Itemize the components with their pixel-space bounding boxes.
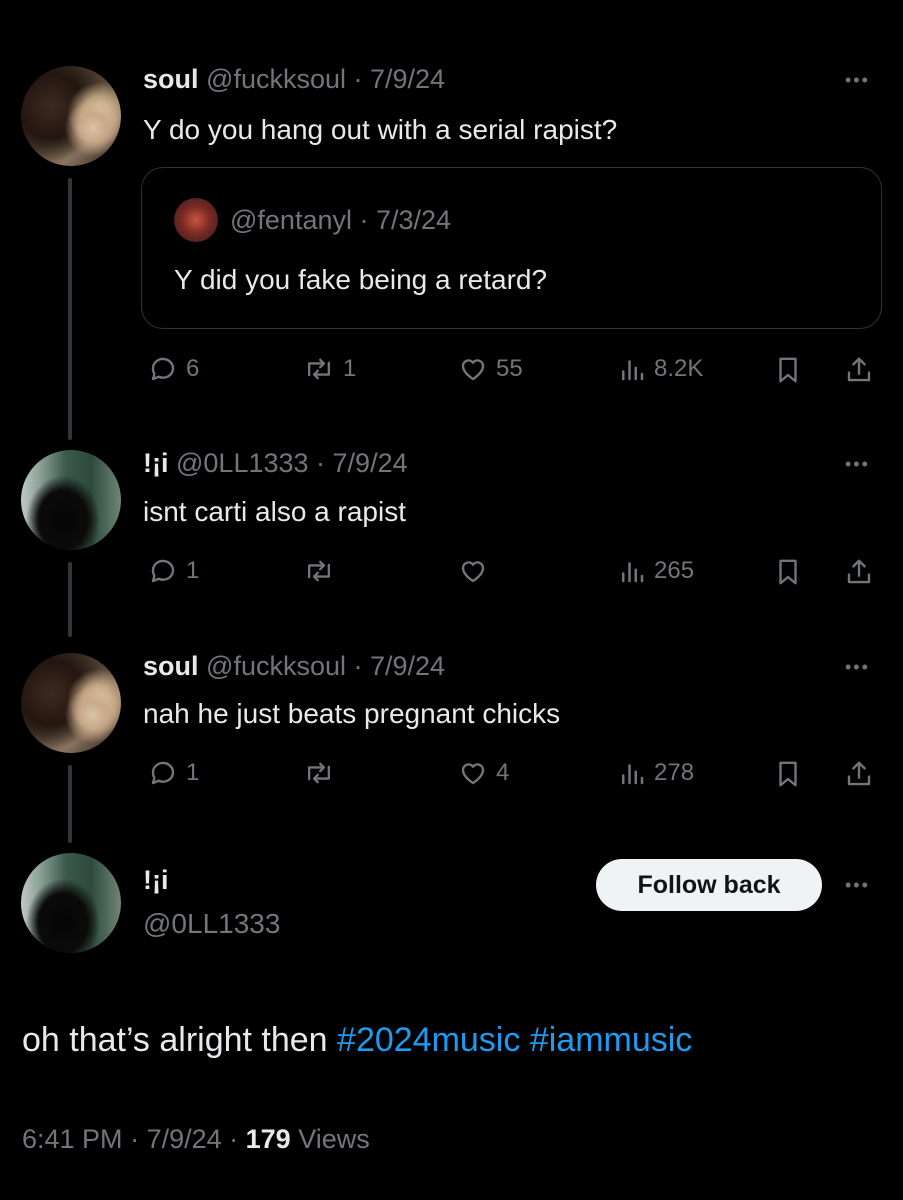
like-count: 4	[496, 759, 510, 786]
quoted-tweet-text: Y did you fake being a retard?	[174, 264, 548, 295]
avatar[interactable]	[21, 450, 121, 550]
bookmark-button[interactable]	[773, 758, 803, 790]
hashtag-link[interactable]: #2024music	[337, 1021, 520, 1059]
handle[interactable]: @fuckksoul	[206, 64, 346, 94]
repost-icon	[307, 358, 331, 380]
views-button[interactable]: 278	[618, 758, 694, 788]
like-button[interactable]: 55	[458, 354, 523, 384]
reply-count: 6	[186, 355, 200, 382]
post-time[interactable]: 6:41 PM	[22, 1124, 123, 1154]
views-label: Views	[298, 1124, 370, 1154]
main-post-body: oh that’s alright then	[22, 1021, 338, 1059]
tweet-text: nah he just beats pregnant chicks	[143, 698, 561, 729]
reply-icon	[151, 559, 175, 583]
quoted-tweet-header: @fentanyl · 7/3/24	[230, 203, 451, 237]
share-button[interactable]	[844, 758, 874, 790]
hashtag-link[interactable]: #iammusic	[530, 1021, 692, 1059]
avatar[interactable]	[21, 653, 121, 753]
views-count: 265	[654, 557, 695, 584]
tweet-header: soul @fuckksoul · 7/9/24	[143, 62, 445, 96]
handle[interactable]: @0LL1333	[176, 448, 309, 478]
views-icon	[622, 562, 644, 583]
like-count: 55	[496, 355, 523, 382]
reply-button[interactable]: 6	[148, 354, 199, 384]
display-name[interactable]: soul	[143, 64, 199, 94]
share-button[interactable]	[844, 354, 874, 386]
like-icon	[461, 359, 485, 381]
reply-icon	[151, 761, 175, 785]
views-button[interactable]: 8.2K	[618, 354, 703, 384]
bookmark-icon	[779, 357, 797, 383]
quoted-handle: @fentanyl	[230, 205, 352, 235]
separator: ·	[221, 1124, 246, 1154]
more-icon[interactable]: •••	[845, 454, 870, 474]
quoted-avatar	[174, 198, 218, 242]
reply-count: 1	[186, 759, 200, 786]
reply-icon	[151, 357, 175, 381]
like-icon	[461, 561, 485, 583]
post-date[interactable]: 7/9/24	[370, 651, 445, 681]
post-date[interactable]: 7/9/24	[147, 1124, 222, 1154]
display-name[interactable]: soul	[143, 651, 199, 681]
tweet-text: Y do you hang out with a serial rapist?	[143, 114, 618, 145]
share-button[interactable]	[844, 556, 874, 588]
like-button[interactable]	[458, 556, 496, 586]
main-post-avatar[interactable]	[21, 853, 121, 953]
handle[interactable]: @fuckksoul	[206, 651, 346, 681]
views-count: 278	[654, 759, 695, 786]
reply-count: 1	[186, 557, 200, 584]
more-icon[interactable]: •••	[845, 875, 870, 895]
avatar[interactable]	[21, 66, 121, 166]
post-date[interactable]: 7/9/24	[333, 448, 408, 478]
views-icon	[622, 360, 644, 381]
bookmark-button[interactable]	[773, 556, 803, 588]
repost-button[interactable]: 1	[303, 354, 356, 384]
post-metadata: 6:41 PM · 7/9/24 · 179 Views	[22, 1124, 370, 1155]
share-icon	[847, 357, 871, 382]
reply-button[interactable]: 1	[148, 556, 199, 586]
views-icon	[622, 764, 644, 785]
thread-connector-line	[68, 178, 72, 440]
bookmark-icon	[779, 559, 797, 585]
thread-connector-line	[68, 562, 72, 637]
separator: ·	[308, 448, 333, 478]
bookmark-icon	[779, 761, 797, 787]
main-post-text: oh that’s alright then #2024music #iammu…	[22, 1018, 692, 1062]
post-date[interactable]: 7/9/24	[370, 64, 445, 94]
bookmark-button[interactable]	[773, 354, 803, 386]
separator: ·	[346, 64, 370, 94]
repost-button[interactable]	[303, 556, 343, 586]
separator: ·	[351, 205, 376, 235]
repost-count: 1	[343, 355, 357, 382]
follow-back-button[interactable]: Follow back	[596, 859, 822, 911]
repost-icon	[307, 560, 331, 582]
repost-button[interactable]	[303, 758, 343, 788]
main-post-handle[interactable]: @0LL1333	[143, 907, 280, 941]
main-post-display-name[interactable]: !¡i	[143, 863, 168, 897]
share-icon	[847, 559, 871, 584]
like-icon	[461, 763, 485, 785]
more-icon[interactable]: •••	[845, 70, 870, 90]
share-icon	[847, 761, 871, 786]
views-button[interactable]: 265	[618, 556, 694, 586]
thread-connector-line	[68, 765, 72, 843]
quoted-tweet-card[interactable]	[141, 167, 882, 329]
views-count: 179	[245, 1124, 291, 1154]
tweet-text: isnt carti also a rapist	[143, 496, 406, 527]
tweet-header: !¡i @0LL1333 · 7/9/24	[143, 446, 408, 480]
repost-icon	[307, 762, 331, 784]
display-name[interactable]: !¡i	[143, 448, 168, 478]
more-icon[interactable]: •••	[845, 657, 870, 677]
tweet-header: soul @fuckksoul · 7/9/24	[143, 649, 445, 683]
like-button[interactable]: 4	[458, 758, 509, 788]
reply-button[interactable]: 1	[148, 758, 199, 788]
separator: ·	[122, 1124, 147, 1154]
quoted-date: 7/3/24	[375, 205, 452, 235]
views-count: 8.2K	[654, 355, 704, 382]
separator: ·	[346, 651, 370, 681]
